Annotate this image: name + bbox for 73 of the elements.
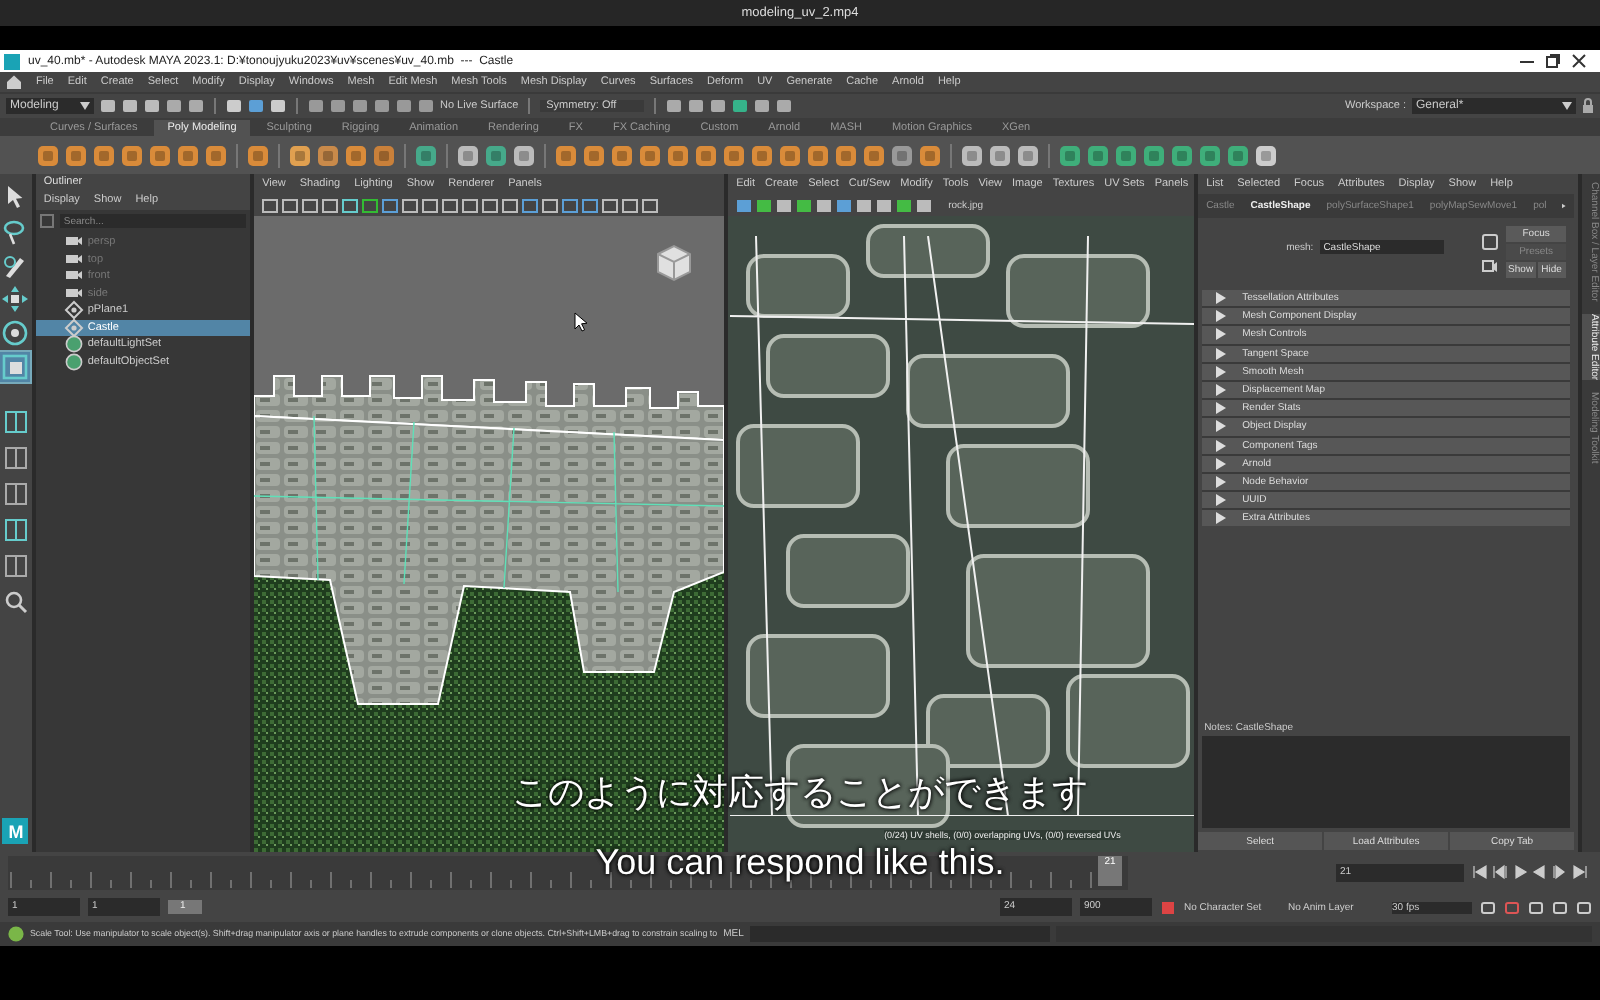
playback-control-icon[interactable] (1552, 864, 1568, 880)
shelf-tool-icon[interactable] (988, 143, 1012, 167)
layout-icon[interactable] (3, 482, 28, 506)
shelf-tool-icon[interactable] (890, 143, 914, 167)
restore-icon[interactable] (1544, 52, 1562, 70)
shelf-tool-icon[interactable] (456, 143, 480, 167)
filter-icon[interactable] (39, 214, 54, 228)
shelf-tool-icon[interactable] (694, 143, 718, 167)
set-icon (63, 334, 84, 355)
search-icon[interactable] (3, 590, 28, 614)
shelf-tool-icon[interactable] (36, 143, 60, 167)
layout-icon[interactable] (3, 410, 28, 434)
view-cube-icon[interactable] (652, 240, 697, 284)
shelf-tool-icon[interactable] (288, 143, 312, 167)
maya-logo: M (2, 818, 29, 844)
shelf-tool-icon[interactable] (92, 143, 116, 167)
mesh-icon (63, 317, 84, 338)
caret-icon (80, 102, 90, 110)
shelf-tool-icon[interactable] (582, 143, 606, 167)
shelf-tool-icon[interactable] (778, 143, 802, 167)
shelf-tool-icon[interactable] (64, 143, 88, 167)
shelf-tool-icon[interactable] (806, 143, 830, 167)
layout-icon[interactable] (3, 554, 28, 578)
shelf-tool-icon[interactable] (862, 143, 886, 167)
shelf-tool-icon[interactable] (960, 143, 984, 167)
camera-icon[interactable] (1482, 258, 1499, 274)
app-icon (4, 53, 20, 69)
shelf-tool-icon[interactable] (722, 143, 746, 167)
shelf-tool-icon[interactable] (246, 143, 270, 167)
shelf-tool-icon[interactable] (484, 143, 508, 167)
shelf-tool-icon[interactable] (204, 143, 228, 167)
caret-icon (1562, 102, 1572, 110)
cursor-icon (574, 312, 589, 332)
shelf-tool-icon[interactable] (372, 143, 396, 167)
shelf-tool-icon[interactable] (918, 143, 942, 167)
set-icon (63, 351, 84, 372)
close-icon[interactable] (1570, 52, 1588, 70)
layout-icon[interactable] (3, 446, 28, 470)
shelf-tool-icon[interactable] (610, 143, 634, 167)
focus-node-icon[interactable] (1482, 234, 1499, 250)
playback-control-icon[interactable] (1472, 864, 1488, 880)
shelf-tool-icon[interactable] (1016, 143, 1040, 167)
mesh-icon (63, 300, 84, 321)
move-tool-button[interactable] (0, 284, 31, 314)
shelf-tool-icon[interactable] (512, 143, 536, 167)
shelf-tool-icon[interactable] (1198, 143, 1222, 167)
playback-control-icon[interactable] (1492, 864, 1508, 880)
shelf-tool-icon[interactable] (344, 143, 368, 167)
subtitle-text: You can respond like this. (595, 844, 1005, 882)
rotate-tool-button[interactable] (0, 318, 31, 348)
shelf-tool-icon[interactable] (834, 143, 858, 167)
shelf-tool-icon[interactable] (1226, 143, 1250, 167)
shelf-tool-icon[interactable] (1142, 143, 1166, 167)
shelf-tool-icon[interactable] (148, 143, 172, 167)
shelf-tool-icon[interactable] (750, 143, 774, 167)
shelf-tool-icon[interactable] (638, 143, 662, 167)
shelf-tool-icon[interactable] (316, 143, 340, 167)
shelf-tool-icon[interactable] (1254, 143, 1278, 167)
playback-control-icon[interactable] (1572, 864, 1588, 880)
shelf-tool-icon[interactable] (1114, 143, 1138, 167)
shelf-tool-icon[interactable] (1170, 143, 1194, 167)
shelf-tool-icon[interactable] (554, 143, 578, 167)
lock-icon (1582, 98, 1594, 114)
shelf-tool-icon[interactable] (176, 143, 200, 167)
shelf-tool-icon[interactable] (414, 143, 438, 167)
notes-field[interactable] (1202, 736, 1571, 828)
auto-key-icon[interactable] (1160, 899, 1176, 915)
shelf-tool-icon[interactable] (1086, 143, 1110, 167)
shelf-tool-icon[interactable] (120, 143, 144, 167)
shelf-tool-icon[interactable] (666, 143, 690, 167)
layout-icon[interactable] (3, 518, 28, 542)
shelf-tool-icon[interactable] (1058, 143, 1082, 167)
help-icon (8, 926, 24, 942)
